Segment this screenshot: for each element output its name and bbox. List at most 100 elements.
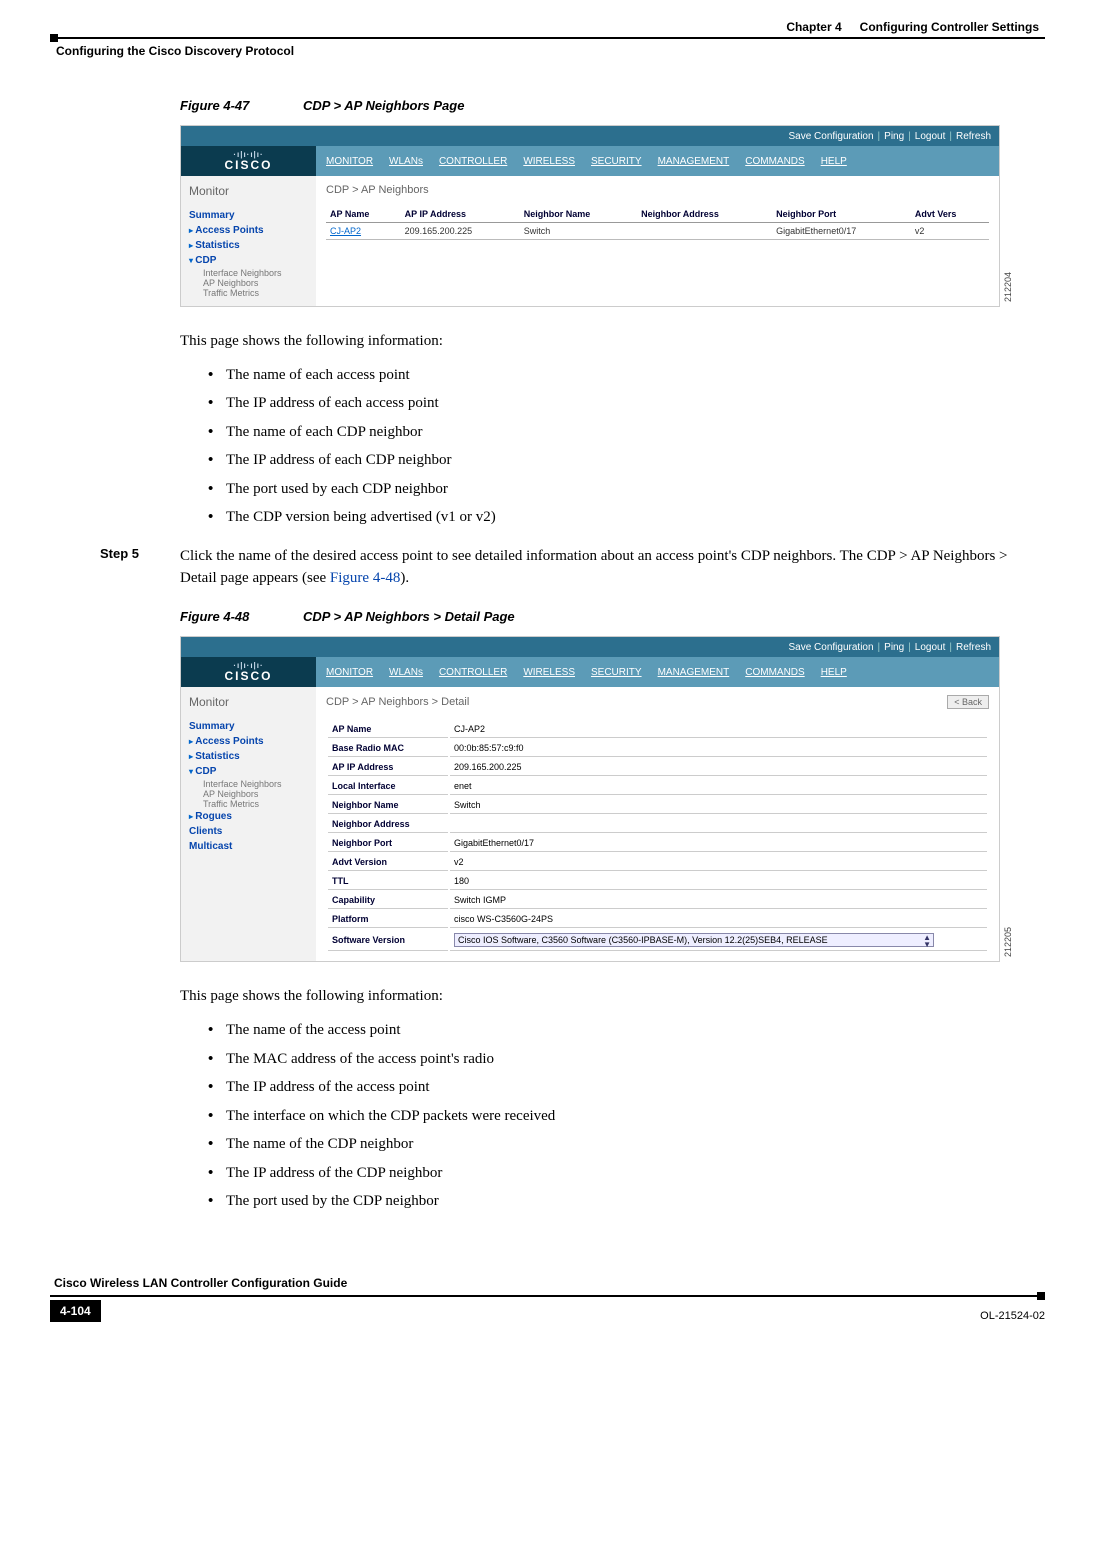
list-item: The name of the CDP neighbor <box>208 1130 1045 1159</box>
list-item: The name of the access point <box>208 1016 1045 1045</box>
menu-help[interactable]: HELP <box>821 667 847 678</box>
sidebar: Monitor Summary Access Points Statistics… <box>181 176 316 306</box>
list-item: The IP address of each CDP neighbor <box>208 446 1045 475</box>
link-refresh[interactable]: Refresh <box>956 131 991 142</box>
link-save-config[interactable]: Save Configuration <box>788 131 873 142</box>
label-neighbor-name: Neighbor Name <box>328 797 448 814</box>
menu-controller[interactable]: CONTROLLER <box>439 667 507 678</box>
list-item: The MAC address of the access point's ra… <box>208 1045 1045 1074</box>
breadcrumb: CDP > AP Neighbors > Detail <box>326 696 469 708</box>
cell-ap-ip: 209.165.200.225 <box>401 223 520 240</box>
step-text: Click the name of the desired access poi… <box>180 548 1008 586</box>
menu-monitor[interactable]: MONITOR <box>326 156 373 167</box>
cisco-logo: ·ı|ı·ı|ı· CISCO <box>181 657 316 687</box>
sidebar-summary[interactable]: Summary <box>189 208 308 223</box>
bullet-list: The name of the access point The MAC add… <box>208 1016 1045 1216</box>
label-local-interface: Local Interface <box>328 778 448 795</box>
col-ap-ip: AP IP Address <box>401 206 520 223</box>
value-base-radio-mac: 00:0b:85:57:c9:f0 <box>450 740 987 757</box>
sidebar-traffic-metrics[interactable]: Traffic Metrics <box>189 288 308 298</box>
sidebar-clients[interactable]: Clients <box>189 824 308 839</box>
image-id: 212204 <box>1003 272 1013 302</box>
section-title: Configuring the Cisco Discovery Protocol <box>50 44 1045 58</box>
page-content: Figure 4-47 CDP > AP Neighbors Page Save… <box>180 98 1045 1216</box>
software-version-field[interactable]: Cisco IOS Software, C3560 Software (C356… <box>454 933 934 947</box>
menu-wlans[interactable]: WLANs <box>389 156 423 167</box>
step-label: Step 5 <box>100 546 180 590</box>
sidebar-statistics[interactable]: Statistics <box>189 749 308 764</box>
list-item: The port used by the CDP neighbor <box>208 1187 1045 1216</box>
figure-title: CDP > AP Neighbors > Detail Page <box>303 609 515 624</box>
sidebar-access-points[interactable]: Access Points <box>189 223 308 238</box>
link-logout[interactable]: Logout <box>915 131 946 142</box>
figure-xref[interactable]: Figure 4-48 <box>330 570 400 586</box>
menu-wlans[interactable]: WLANs <box>389 667 423 678</box>
table-row: CJ-AP2 209.165.200.225 Switch GigabitEth… <box>326 223 989 240</box>
label-base-radio-mac: Base Radio MAC <box>328 740 448 757</box>
cell-neighbor-address <box>637 223 772 240</box>
sidebar-interface-neighbors[interactable]: Interface Neighbors <box>189 779 308 789</box>
menu-controller[interactable]: CONTROLLER <box>439 156 507 167</box>
page-header: Chapter 4 Configuring Controller Setting… <box>50 20 1045 58</box>
cell-advt-vers: v2 <box>911 223 989 240</box>
paragraph: This page shows the following informatio… <box>180 986 1045 1008</box>
sidebar-ap-neighbors[interactable]: AP Neighbors <box>189 278 308 288</box>
menu-wireless[interactable]: WIRELESS <box>523 667 575 678</box>
list-item: The IP address of the access point <box>208 1073 1045 1102</box>
label-advt-version: Advt Version <box>328 854 448 871</box>
col-neighbor-port: Neighbor Port <box>772 206 911 223</box>
breadcrumb: CDP > AP Neighbors <box>326 184 429 196</box>
cell-neighbor-name: Switch <box>520 223 637 240</box>
value-platform: cisco WS-C3560G-24PS <box>450 911 987 928</box>
step-text-after: ). <box>400 570 409 586</box>
sidebar-access-points[interactable]: Access Points <box>189 734 308 749</box>
menu-help[interactable]: HELP <box>821 156 847 167</box>
value-advt-version: v2 <box>450 854 987 871</box>
label-ttl: TTL <box>328 873 448 890</box>
main-menu: MONITOR WLANs CONTROLLER WIRELESS SECURI… <box>316 657 999 687</box>
sidebar-summary[interactable]: Summary <box>189 719 308 734</box>
figure-number: Figure 4-48 <box>180 609 249 624</box>
guide-title: Cisco Wireless LAN Controller Configurat… <box>50 1276 347 1290</box>
menu-commands[interactable]: COMMANDS <box>745 667 804 678</box>
link-ping[interactable]: Ping <box>884 131 904 142</box>
menu-security[interactable]: SECURITY <box>591 156 642 167</box>
sidebar-cdp[interactable]: CDP <box>189 253 308 268</box>
label-ap-name: AP Name <box>328 721 448 738</box>
sidebar-cdp[interactable]: CDP <box>189 764 308 779</box>
col-ap-name: AP Name <box>326 206 401 223</box>
figure-47-screenshot: Save Configuration| Ping| Logout| Refres… <box>180 125 1000 307</box>
link-ping[interactable]: Ping <box>884 642 904 653</box>
back-button[interactable]: < Back <box>947 695 989 709</box>
label-platform: Platform <box>328 911 448 928</box>
figure-48-screenshot: Save Configuration| Ping| Logout| Refres… <box>180 636 1000 962</box>
sidebar-multicast[interactable]: Multicast <box>189 839 308 854</box>
list-item: The name of each CDP neighbor <box>208 418 1045 447</box>
sidebar-title: Monitor <box>189 184 308 198</box>
document-id: OL-21524-02 <box>980 1310 1045 1322</box>
menu-monitor[interactable]: MONITOR <box>326 667 373 678</box>
link-refresh[interactable]: Refresh <box>956 642 991 653</box>
col-neighbor-address: Neighbor Address <box>637 206 772 223</box>
bullet-list: The name of each access point The IP add… <box>208 361 1045 532</box>
link-logout[interactable]: Logout <box>915 642 946 653</box>
sidebar-rogues[interactable]: Rogues <box>189 809 308 824</box>
menu-management[interactable]: MANAGEMENT <box>658 156 730 167</box>
menu-security[interactable]: SECURITY <box>591 667 642 678</box>
ap-link[interactable]: CJ-AP2 <box>330 226 361 236</box>
sidebar-interface-neighbors[interactable]: Interface Neighbors <box>189 268 308 278</box>
spinner-icon[interactable]: ▲▼ <box>923 934 931 948</box>
sidebar-traffic-metrics[interactable]: Traffic Metrics <box>189 799 308 809</box>
menu-commands[interactable]: COMMANDS <box>745 156 804 167</box>
list-item: The IP address of each access point <box>208 389 1045 418</box>
value-capability: Switch IGMP <box>450 892 987 909</box>
col-neighbor-name: Neighbor Name <box>520 206 637 223</box>
link-save-config[interactable]: Save Configuration <box>788 642 873 653</box>
value-ap-name: CJ-AP2 <box>450 721 987 738</box>
menu-wireless[interactable]: WIRELESS <box>523 156 575 167</box>
menu-management[interactable]: MANAGEMENT <box>658 667 730 678</box>
sidebar-ap-neighbors[interactable]: AP Neighbors <box>189 789 308 799</box>
sidebar-statistics[interactable]: Statistics <box>189 238 308 253</box>
figure-title: CDP > AP Neighbors Page <box>303 98 464 113</box>
chapter-title: Configuring Controller Settings <box>860 20 1039 34</box>
